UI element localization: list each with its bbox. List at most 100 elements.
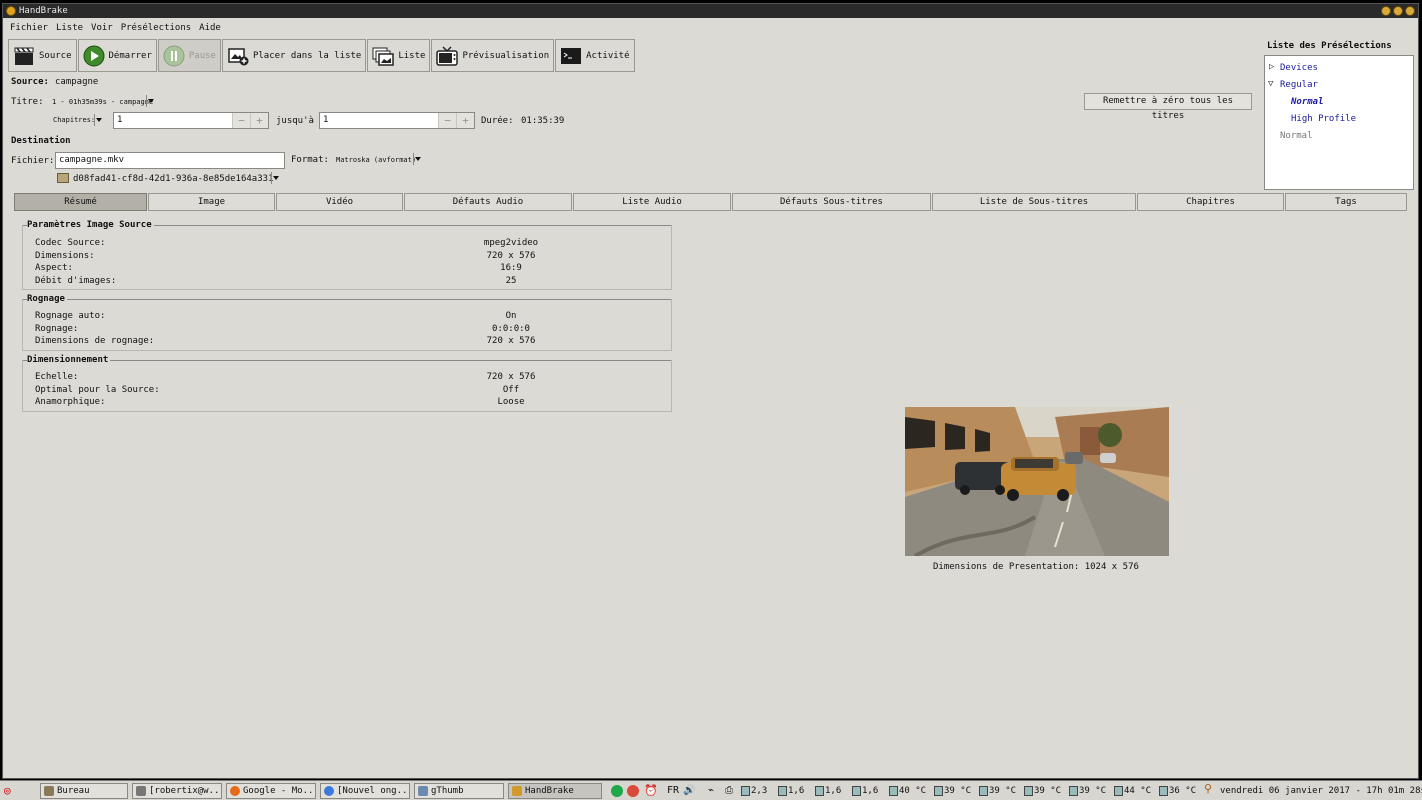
chapter-start-value[interactable]: 1 xyxy=(114,113,232,128)
format-select-value[interactable]: Matroska (avformat) xyxy=(336,156,416,164)
cpu1-value: 1,6 xyxy=(788,786,805,796)
network-icon[interactable]: ⌁ xyxy=(708,784,714,798)
tab-image[interactable]: Image xyxy=(148,193,275,211)
format-label: Format: xyxy=(291,155,329,165)
codec-label: Codec Source: xyxy=(35,238,106,248)
task-handbrake[interactable]: HandBrake xyxy=(508,783,602,799)
regular-expander-icon[interactable]: ▽ xyxy=(1268,79,1273,89)
chapter-end-decrement[interactable]: − xyxy=(438,113,456,128)
menu-preselections[interactable]: Présélections xyxy=(120,20,192,36)
task-chrome[interactable]: [Nouvel ong... xyxy=(320,783,410,799)
keyboard-layout[interactable]: FR xyxy=(667,784,679,798)
crop-value: 0:0:0:0 xyxy=(492,324,530,334)
minimize-button[interactable] xyxy=(1381,6,1391,16)
menu-aide[interactable]: Aide xyxy=(198,20,222,36)
debian-menu-icon[interactable]: ◎ xyxy=(4,784,11,797)
optimal-label: Optimal pour la Source: xyxy=(35,385,160,395)
tab-video[interactable]: Vidéo xyxy=(276,193,403,211)
menu-voir[interactable]: Voir xyxy=(90,20,114,36)
preset-group-devices[interactable]: Devices xyxy=(1280,63,1318,73)
chapter-start-decrement[interactable]: − xyxy=(232,113,250,128)
title-label: Titre: xyxy=(11,97,44,107)
tab-tags[interactable]: Tags xyxy=(1285,193,1407,211)
preview-button[interactable]: Prévisualisation xyxy=(431,39,555,72)
destination-folder[interactable]: d08fad41-cf8d-42d1-936a-8e85de164a331 xyxy=(73,174,273,184)
task-bureau-label: Bureau xyxy=(57,786,90,796)
aspect-value: 16:9 xyxy=(500,263,522,273)
cpu3-value: 1,6 xyxy=(862,786,879,796)
reset-titles-button[interactable]: Remettre à zéro tous les titres xyxy=(1084,93,1252,121)
anamorphic-value: Loose xyxy=(497,397,525,407)
activity-button-label: Activité xyxy=(586,50,630,61)
task-terminal[interactable]: [robertix@w... xyxy=(132,783,222,799)
duration-label: Durée: xyxy=(481,116,514,126)
chapters-mode-arrow[interactable] xyxy=(94,114,102,126)
chrome-icon xyxy=(324,786,334,796)
cpu3-monitor: 1,6 xyxy=(852,784,878,798)
temp4-monitor: 39 °C xyxy=(1069,784,1106,798)
taskbar: ◎ Bureau [robertix@w... Google - Mo... [… xyxy=(0,780,1422,800)
activity-button[interactable]: Activité xyxy=(555,39,635,72)
preset-footer-normal[interactable]: Normal xyxy=(1280,131,1313,141)
close-button[interactable] xyxy=(1405,6,1415,16)
clock[interactable]: vendredi 06 janvier 2017 - 17h 01m 28s xyxy=(1220,784,1422,798)
chapters-label: Chapitres: xyxy=(53,116,96,124)
play-icon xyxy=(83,45,105,67)
chapter-end-increment[interactable]: + xyxy=(456,113,474,128)
chapter-end-value[interactable]: 1 xyxy=(320,113,438,128)
temp2-value: 39 °C xyxy=(989,786,1017,796)
presets-list: ▷ Devices ▽ Regular Normal High Profile … xyxy=(1264,55,1414,190)
optimal-value: Off xyxy=(502,385,520,395)
maximize-button[interactable] xyxy=(1393,6,1403,16)
preset-high-profile[interactable]: High Profile xyxy=(1291,114,1356,124)
chapter-start-increment[interactable]: + xyxy=(250,113,268,128)
volume-icon[interactable]: 🔊 xyxy=(683,784,695,798)
printer-icon[interactable]: ⎙ xyxy=(725,784,733,798)
chapter-start-spinner[interactable]: 1 − + xyxy=(113,112,269,129)
tab-audio-defaults[interactable]: Défauts Audio xyxy=(404,193,572,211)
title-select-value[interactable]: 1 - 01h35m39s - campagne xyxy=(52,98,153,106)
tray-chrome-icon[interactable] xyxy=(627,785,639,797)
queue-button[interactable]: Liste xyxy=(367,39,431,72)
temp6-monitor: 36 °C xyxy=(1159,784,1196,798)
source-value: campagne xyxy=(55,77,99,87)
aspect-label: Aspect: xyxy=(35,263,73,273)
add-to-queue-icon xyxy=(227,45,249,67)
title-select-arrow[interactable] xyxy=(146,95,154,107)
terminal-icon xyxy=(560,45,582,67)
tab-subtitle-defaults[interactable]: Défauts Sous-titres xyxy=(732,193,931,211)
tray-alarm-icon[interactable]: ⏰ xyxy=(644,784,658,797)
pause-icon xyxy=(163,45,185,67)
framerate-value: 25 xyxy=(505,276,517,286)
preview-thumbnail[interactable] xyxy=(905,407,1169,556)
handbrake-task-icon xyxy=(512,786,522,796)
tray-green-icon[interactable] xyxy=(611,785,623,797)
task-firefox[interactable]: Google - Mo... xyxy=(226,783,316,799)
search-icon[interactable]: ⚲ xyxy=(1204,782,1212,796)
temp3-value: 39 °C xyxy=(1034,786,1062,796)
tab-chapters[interactable]: Chapitres xyxy=(1137,193,1284,211)
start-button[interactable]: Démarrer xyxy=(77,39,157,72)
terminal-task-icon xyxy=(136,786,146,796)
chapter-end-spinner[interactable]: 1 − + xyxy=(319,112,475,129)
tab-audio-list[interactable]: Liste Audio xyxy=(573,193,731,211)
source-button[interactable]: Source xyxy=(8,39,77,72)
add-to-queue-button[interactable]: Placer dans la liste xyxy=(221,39,367,72)
add-to-queue-label: Placer dans la liste xyxy=(252,50,362,61)
pause-button[interactable]: Pause xyxy=(157,39,221,72)
tab-subtitle-list[interactable]: Liste de Sous-titres xyxy=(932,193,1136,211)
folder-select-arrow[interactable] xyxy=(271,172,279,184)
preset-group-regular[interactable]: Regular xyxy=(1280,80,1318,90)
format-select-arrow[interactable] xyxy=(413,153,421,165)
devices-expander-icon[interactable]: ▷ xyxy=(1269,62,1274,72)
scaling-frame: Dimensionnement Echelle: 720 x 576 Optim… xyxy=(22,355,672,412)
file-name-input[interactable]: campagne.mkv xyxy=(55,152,285,169)
menu-liste[interactable]: Liste xyxy=(55,20,84,36)
source-params-title: Paramètres Image Source xyxy=(27,220,154,230)
tab-resume[interactable]: Résumé xyxy=(14,193,147,211)
preset-normal[interactable]: Normal xyxy=(1291,97,1324,107)
task-gthumb[interactable]: gThumb xyxy=(414,783,504,799)
task-bureau[interactable]: Bureau xyxy=(40,783,128,799)
desktop-icon xyxy=(44,786,54,796)
menu-fichier[interactable]: Fichier xyxy=(9,20,49,36)
